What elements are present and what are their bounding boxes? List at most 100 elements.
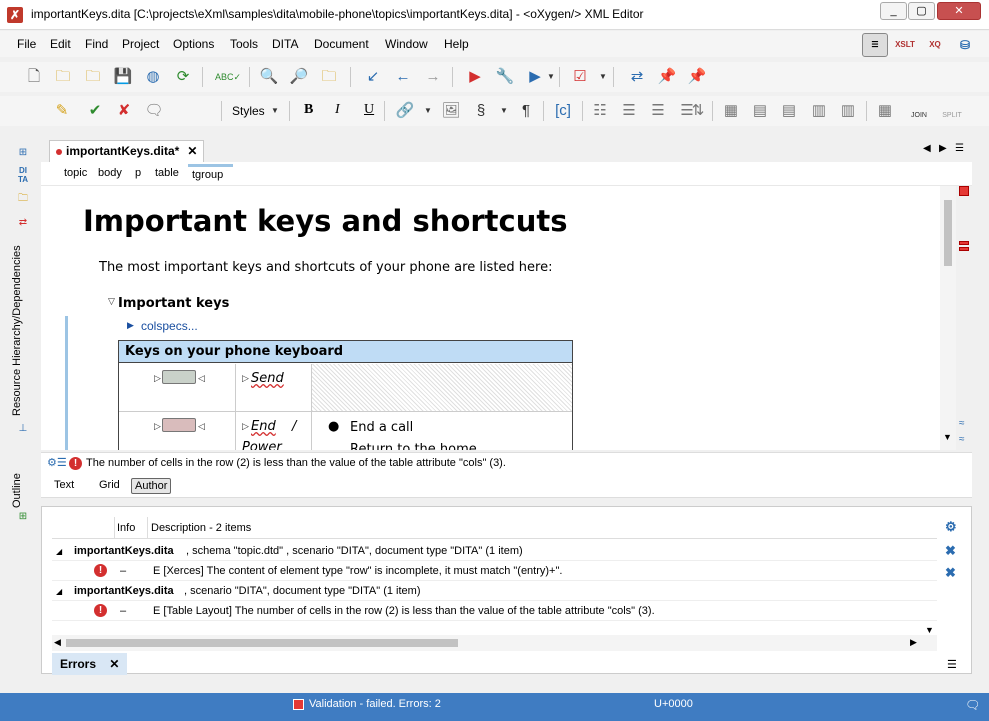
collapse-triangle-icon[interactable]: ▽: [108, 296, 115, 307]
description-column-header[interactable]: Description - 2 items: [151, 522, 251, 534]
insert-paragraph-icon[interactable]: ¶: [516, 101, 536, 121]
link-dropdown-icon[interactable]: ▼: [424, 106, 432, 115]
expand-triangle-icon[interactable]: ▶: [127, 320, 134, 331]
document-title[interactable]: Important keys and shortcuts: [83, 204, 568, 238]
xslt-perspective-button[interactable]: XSLT: [892, 33, 918, 57]
edit-profiling-icon[interactable]: ✎: [52, 101, 72, 121]
error-summary-marker[interactable]: [959, 186, 969, 196]
tab-scroll-right-icon[interactable]: ▶: [939, 143, 947, 154]
transformation-dropdown-icon[interactable]: ▼: [547, 72, 555, 81]
configure-transformation-icon[interactable]: 🔧: [495, 67, 515, 87]
menu-dita[interactable]: DITA: [272, 37, 298, 51]
reject-change-icon[interactable]: ✘: [114, 101, 134, 121]
menu-options[interactable]: Options: [173, 37, 214, 51]
pin-green-icon[interactable]: 📌: [687, 67, 707, 87]
delete-row-icon[interactable]: ▤: [779, 101, 799, 121]
tab-grid-mode[interactable]: Grid: [96, 478, 123, 492]
split-cell-button[interactable]: SPLIT: [938, 101, 966, 121]
error-item-row[interactable]: ! – E [Table Layout] The number of cells…: [52, 601, 937, 621]
xml-refactoring-icon[interactable]: ⇄: [627, 67, 647, 87]
error-marker[interactable]: [959, 241, 969, 245]
scroll-left-icon[interactable]: ◀: [54, 637, 61, 648]
forward-arrow-icon[interactable]: →: [423, 67, 443, 87]
scroll-right-icon[interactable]: ▶: [910, 637, 917, 648]
insert-codeblock-icon[interactable]: [c]: [553, 101, 573, 121]
power-key-label[interactable]: Power: [242, 440, 282, 450]
menu-help[interactable]: Help: [444, 37, 469, 51]
scroll-down-icon[interactable]: ▼: [925, 625, 934, 635]
insert-section-icon[interactable]: §: [471, 101, 491, 121]
save-icon[interactable]: 💾: [113, 67, 133, 87]
resource-hierarchy-tab[interactable]: Resource Hierarchy/Dependencies: [11, 245, 23, 416]
underline-button[interactable]: U: [364, 102, 374, 118]
collapse-icon[interactable]: ◢: [56, 587, 62, 596]
tab-text-mode[interactable]: Text: [51, 478, 77, 492]
error-marker[interactable]: [959, 247, 969, 251]
unordered-list-icon[interactable]: ☰: [648, 101, 668, 121]
new-file-icon[interactable]: 🗋: [24, 67, 44, 87]
table-cell[interactable]: ● End a call Return to the home: [312, 412, 572, 450]
bold-button[interactable]: B: [304, 102, 313, 118]
apply-transformation-icon[interactable]: ▶: [465, 67, 485, 87]
delete-column-icon[interactable]: ▥: [838, 101, 858, 121]
breadcrumb-topic[interactable]: topic: [64, 167, 87, 179]
back-to-last-edit-icon[interactable]: ↙: [363, 67, 383, 87]
open-url-icon[interactable]: 🗀: [83, 67, 103, 87]
hierarchy-icon[interactable]: ⊥: [14, 420, 32, 438]
xquery-perspective-button[interactable]: XQ: [922, 33, 948, 57]
breadcrumb-body[interactable]: body: [98, 167, 122, 179]
error-item-row[interactable]: ! – E [Xerces] The content of element ty…: [52, 561, 937, 581]
errors-horizontal-scrollbar[interactable]: ◀ ▶: [52, 635, 937, 651]
scroll-thumb[interactable]: [66, 639, 458, 647]
insert-image-icon[interactable]: 🖼: [441, 101, 461, 121]
end-key-label[interactable]: End: [251, 419, 276, 434]
breadcrumb-table[interactable]: table: [155, 167, 179, 179]
intro-paragraph[interactable]: The most important keys and shortcuts of…: [99, 260, 552, 275]
pin-icon[interactable]: 📌: [657, 67, 677, 87]
minimize-button[interactable]: _: [880, 2, 907, 20]
errors-settings-icon[interactable]: ⚙: [945, 519, 957, 535]
previous-error-icon[interactable]: ≈: [959, 434, 965, 445]
menu-edit[interactable]: Edit: [50, 37, 71, 51]
menu-window[interactable]: Window: [385, 37, 428, 51]
keys-table[interactable]: Keys on your phone keyboard ▷ ◁ ▷ Send ▷…: [118, 340, 573, 450]
open-folder-icon[interactable]: 🗀: [53, 67, 73, 87]
error-group-row[interactable]: ◢ importantKeys.dita , schema "topic.dtd…: [52, 541, 937, 561]
errors-tab-close-icon[interactable]: ✕: [109, 657, 119, 671]
table-cell[interactable]: ▷ End / Power: [236, 412, 312, 450]
table-cell[interactable]: ▷ ◁: [119, 412, 236, 450]
dita-icon[interactable]: DI TA: [14, 166, 32, 184]
menu-project[interactable]: Project: [122, 37, 159, 51]
validation-error-icon[interactable]: [293, 699, 304, 710]
validation-status[interactable]: Validation - failed. Errors: 2: [309, 698, 441, 710]
scroll-thumb[interactable]: [944, 200, 952, 266]
info-column-header[interactable]: Info: [117, 522, 135, 534]
styles-dropdown-icon[interactable]: ▼: [271, 106, 279, 115]
insert-row-below-icon[interactable]: ▤: [750, 101, 770, 121]
save-to-url-icon[interactable]: ◍: [143, 67, 163, 87]
debug-transformation-icon[interactable]: ▶: [525, 67, 545, 87]
breadcrumb-p[interactable]: p: [135, 167, 141, 179]
project-icon[interactable]: 🗀: [14, 190, 32, 208]
validate-dropdown-icon[interactable]: ▼: [599, 72, 607, 81]
menu-document[interactable]: Document: [314, 37, 369, 51]
database-perspective-button[interactable]: ⛁: [952, 33, 978, 57]
validate-icon[interactable]: ☑: [570, 67, 590, 87]
tab-author-mode[interactable]: Author: [131, 478, 172, 494]
link-icon[interactable]: 🔗: [395, 101, 415, 121]
remove-all-errors-icon[interactable]: ✖: [945, 565, 956, 581]
tab-close-icon[interactable]: ✕: [187, 144, 197, 158]
collapse-icon[interactable]: ◢: [56, 547, 62, 556]
outline-icon[interactable]: ⊞: [14, 508, 32, 526]
view-menu-icon[interactable]: ☰: [947, 658, 957, 671]
insert-table-icon[interactable]: ▦: [721, 101, 741, 121]
menu-file[interactable]: File: [17, 37, 36, 51]
next-error-icon[interactable]: ≈: [959, 418, 965, 429]
dita-maps-manager-icon[interactable]: ⊞: [14, 144, 32, 162]
spell-check-icon[interactable]: ABC✓: [215, 67, 241, 87]
outline-tab[interactable]: Outline: [11, 468, 23, 508]
menu-find[interactable]: Find: [85, 37, 108, 51]
italic-button[interactable]: I: [335, 102, 340, 118]
open-resource-icon[interactable]: 🗀: [319, 67, 339, 87]
colspecs-link[interactable]: colspecs...: [141, 319, 198, 333]
